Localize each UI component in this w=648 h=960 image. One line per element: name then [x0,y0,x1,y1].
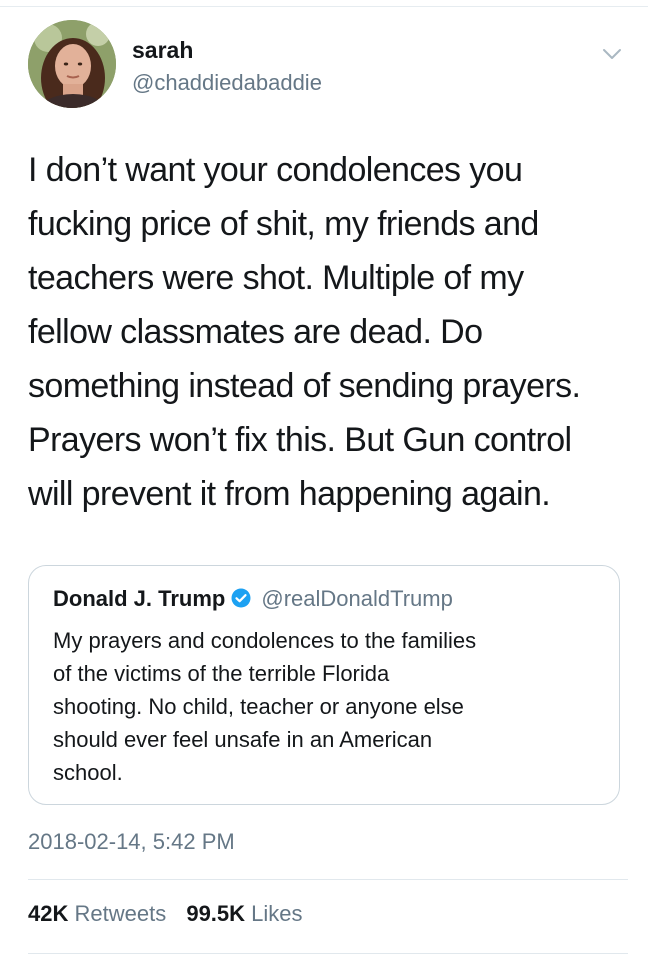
quoted-tweet-text: My prayers and condolences to the famili… [53,624,609,789]
quoted-tweet-line: My prayers and condolences to the famili… [53,628,477,653]
divider [28,879,628,880]
tweet-header: sarah @chaddiedabaddie [28,20,628,112]
quoted-author-handle: @realDonaldTrump [261,586,453,611]
author-handle[interactable]: @chaddiedabaddie [132,70,322,96]
author-name[interactable]: sarah [132,37,193,64]
tweet-timestamp[interactable]: 2018-02-14, 5:42 PM [28,829,235,855]
tweet-line: fucking price of shit, my friends and [28,205,539,243]
retweets-stat[interactable]: 42K Retweets [28,901,166,926]
tweet-line: Prayers won’t fix this. But Gun control [28,421,572,459]
quoted-tweet-line: school. [53,760,123,785]
quoted-tweet-card[interactable]: Donald J. Trump @realDonaldTrump My praye… [28,565,620,805]
quoted-tweet-line: should ever feel unsafe in an American [53,727,433,752]
likes-stat[interactable]: 99.5K Likes [186,901,302,926]
top-divider [0,0,648,7]
tweet-line: fellow classmates are dead. Do [28,313,483,351]
tweet-line: will prevent it from happening again. [28,475,551,513]
divider [28,953,628,954]
tweet-line: I don’t want your condolences you [28,151,523,189]
quoted-tweet-header: Donald J. Trump @realDonaldTrump [53,586,453,612]
tweet-text: I don’t want your condolences you fuckin… [28,143,628,521]
avatar[interactable] [28,20,116,108]
quoted-tweet-line: of the victims of the terrible Florida [53,661,390,686]
likes-count: 99.5K [186,901,246,926]
retweets-count: 42K [28,901,69,926]
quoted-tweet-line: shooting. No child, teacher or anyone el… [53,694,464,719]
tweet-stats: 42K Retweets 99.5K Likes [28,901,317,927]
chevron-down-icon[interactable] [600,42,624,66]
tweet-line: something instead of sending prayers. [28,367,581,405]
quoted-author-name: Donald J. Trump [53,586,226,611]
likes-label: Likes [251,901,303,926]
tweet-line: teachers were shot. Multiple of my [28,259,524,297]
retweets-label: Retweets [74,901,167,926]
verified-badge-icon [231,588,251,608]
